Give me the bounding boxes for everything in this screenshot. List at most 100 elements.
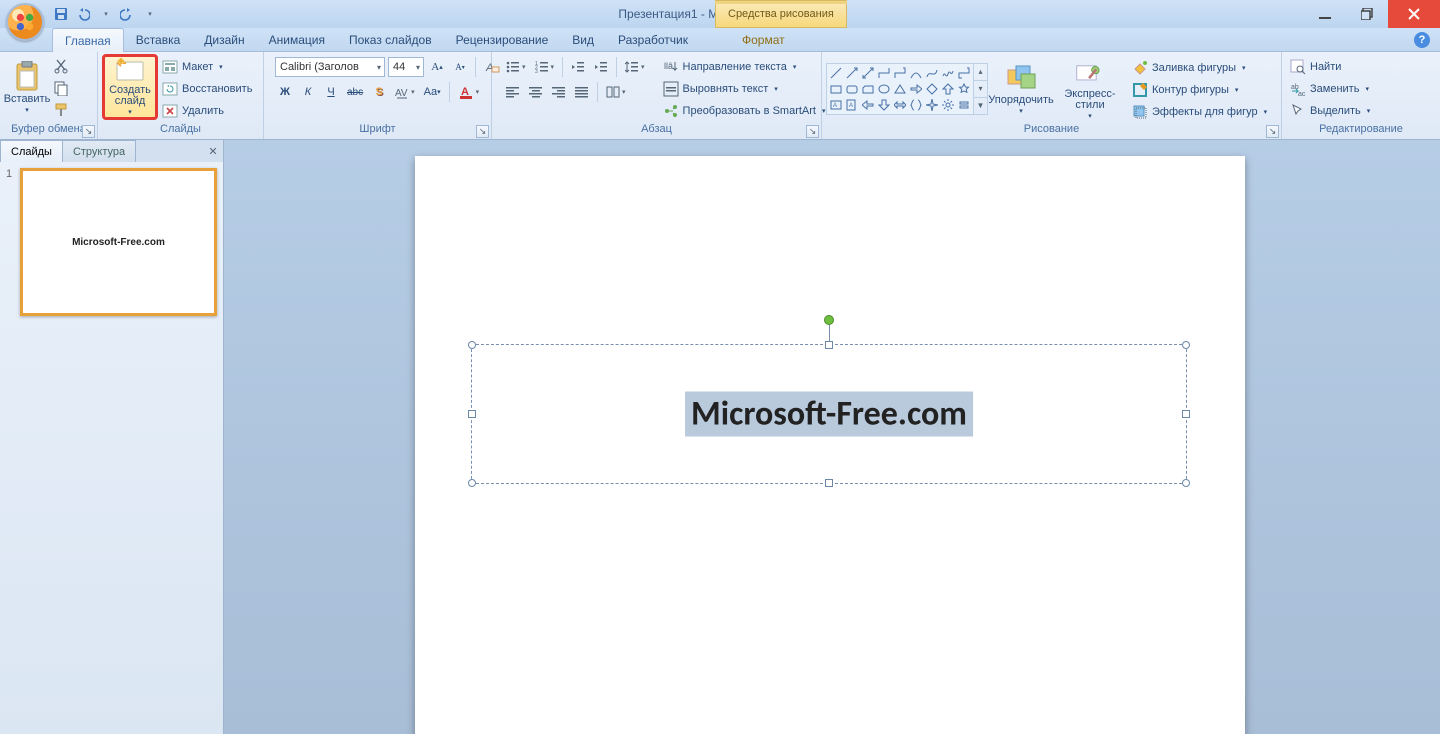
increase-indent-icon[interactable] — [591, 57, 611, 77]
tab-home[interactable]: Главная — [52, 28, 124, 52]
paragraph-dialog-launcher[interactable]: ↘ — [806, 125, 819, 138]
font-size-combobox[interactable]: 44 — [388, 57, 424, 77]
help-icon[interactable]: ? — [1414, 32, 1430, 48]
slide-thumbnail[interactable]: Microsoft-Free.com — [20, 168, 217, 316]
redo-icon[interactable] — [118, 5, 136, 23]
shape-scribble-icon[interactable] — [941, 66, 955, 80]
tab-developer[interactable]: Разработчик — [606, 28, 700, 51]
tab-insert[interactable]: Вставка — [124, 28, 193, 51]
align-center-icon[interactable] — [526, 82, 546, 102]
find-button[interactable]: Найти — [1286, 56, 1345, 78]
gallery-up-icon[interactable]: ▴ — [974, 64, 987, 81]
italic-icon[interactable]: К — [298, 82, 318, 102]
tab-design[interactable]: Дизайн — [192, 28, 256, 51]
text-direction-button[interactable]: llâНаправление текста▾ — [659, 56, 830, 78]
handle-bc[interactable] — [825, 479, 833, 487]
shape-left-arrow-icon[interactable] — [861, 98, 875, 112]
shape-up-arrow-icon[interactable] — [941, 82, 955, 96]
numbering-icon[interactable]: 123 — [532, 57, 558, 77]
shape-sun-icon[interactable] — [941, 98, 955, 112]
handle-mr[interactable] — [1182, 410, 1190, 418]
tab-slideshow[interactable]: Показ слайдов — [337, 28, 444, 51]
shape-ellipse-icon[interactable] — [877, 82, 891, 96]
paste-button[interactable]: Вставить ▾ — [4, 54, 50, 120]
tab-view[interactable]: Вид — [560, 28, 606, 51]
shape-line-icon[interactable] — [829, 66, 843, 80]
shape-vtext-icon[interactable]: A — [845, 98, 859, 112]
shape-elbow-icon[interactable] — [877, 66, 891, 80]
grow-font-icon[interactable]: A▴ — [427, 57, 447, 77]
strike-icon[interactable]: abc — [344, 82, 366, 102]
bold-icon[interactable]: Ж — [275, 82, 295, 102]
clipboard-dialog-launcher[interactable]: ↘ — [82, 125, 95, 138]
shape-right-arrow-icon[interactable] — [909, 82, 923, 96]
shape-connector-icon[interactable] — [957, 66, 971, 80]
columns-icon[interactable] — [603, 82, 629, 102]
shape-outline-button[interactable]: Контур фигуры▾ — [1128, 79, 1271, 101]
shape-diamond-icon[interactable] — [925, 82, 939, 96]
char-spacing-icon[interactable]: AV — [392, 82, 418, 102]
pane-tab-outline[interactable]: Структура — [62, 140, 136, 162]
font-family-combobox[interactable]: Calibri (Заголов — [275, 57, 385, 77]
shape-curve-icon[interactable] — [909, 66, 923, 80]
layout-button[interactable]: Макет▾ — [158, 56, 256, 78]
align-left-icon[interactable] — [503, 82, 523, 102]
restore-button[interactable] — [1346, 0, 1388, 28]
slide-canvas[interactable]: Microsoft-Free.com — [224, 140, 1440, 734]
select-button[interactable]: Выделить▾ — [1286, 100, 1374, 122]
minimize-button[interactable] — [1304, 0, 1346, 28]
shape-star-icon[interactable] — [957, 82, 971, 96]
shape-equal-icon[interactable] — [957, 98, 971, 112]
shape-rect-icon[interactable] — [829, 82, 843, 96]
convert-smartart-button[interactable]: Преобразовать в SmartArt▾ — [659, 100, 830, 122]
shape-roundrect-icon[interactable] — [845, 82, 859, 96]
copy-icon[interactable] — [50, 78, 72, 98]
handle-tc[interactable] — [825, 341, 833, 349]
replace-button[interactable]: abacЗаменить▾ — [1286, 78, 1373, 100]
shape-4star-icon[interactable] — [925, 98, 939, 112]
change-case-icon[interactable]: Aa▾ — [421, 82, 444, 102]
save-icon[interactable] — [52, 5, 70, 23]
delete-slide-button[interactable]: Удалить — [158, 100, 256, 122]
align-text-button[interactable]: Выровнять текст▾ — [659, 78, 830, 100]
office-button[interactable] — [6, 3, 44, 41]
drawing-dialog-launcher[interactable]: ↘ — [1266, 125, 1279, 138]
tab-animation[interactable]: Анимация — [257, 28, 337, 51]
tab-review[interactable]: Рецензирование — [444, 28, 561, 51]
line-spacing-icon[interactable] — [622, 57, 648, 77]
tab-format[interactable]: Формат — [730, 28, 797, 51]
shape-fill-button[interactable]: Заливка фигуры▾ — [1128, 57, 1271, 79]
pane-close-icon[interactable]: ✕ — [203, 140, 223, 162]
bullets-icon[interactable] — [503, 57, 529, 77]
font-dialog-launcher[interactable]: ↘ — [476, 125, 489, 138]
shape-brace-icon[interactable] — [909, 98, 923, 112]
align-right-icon[interactable] — [549, 82, 569, 102]
new-slide-button[interactable]: Создать слайд▾ — [102, 54, 158, 120]
reset-button[interactable]: Восстановить — [158, 78, 256, 100]
shape-leftright-icon[interactable] — [893, 98, 907, 112]
title-textbox[interactable]: Microsoft-Free.com — [471, 344, 1187, 484]
undo-dropdown[interactable] — [96, 5, 114, 23]
underline-icon[interactable]: Ч — [321, 82, 341, 102]
handle-br[interactable] — [1182, 479, 1190, 487]
handle-tr[interactable] — [1182, 341, 1190, 349]
handle-ml[interactable] — [468, 410, 476, 418]
qat-customize-dropdown[interactable] — [140, 5, 158, 23]
format-painter-icon[interactable] — [50, 100, 72, 120]
title-text[interactable]: Microsoft-Free.com — [685, 392, 973, 437]
shape-arrow-icon[interactable] — [845, 66, 859, 80]
arrange-button[interactable]: Упорядочить▾ — [988, 56, 1054, 122]
shape-effects-button[interactable]: Эффекты для фигур▾ — [1128, 101, 1271, 123]
pane-tab-slides[interactable]: Слайды — [0, 140, 63, 162]
handle-tl[interactable] — [468, 341, 476, 349]
font-color-icon[interactable]: A — [455, 82, 483, 102]
shape-elbow-arrow-icon[interactable] — [893, 66, 907, 80]
decrease-indent-icon[interactable] — [568, 57, 588, 77]
shadow-icon[interactable]: S — [369, 82, 389, 102]
shape-text-icon[interactable]: A — [829, 98, 843, 112]
gallery-down-icon[interactable]: ▾ — [974, 81, 987, 98]
shapes-gallery[interactable]: A A — [826, 63, 974, 115]
close-button[interactable] — [1388, 0, 1440, 28]
justify-icon[interactable] — [572, 82, 592, 102]
cut-icon[interactable] — [50, 56, 72, 76]
